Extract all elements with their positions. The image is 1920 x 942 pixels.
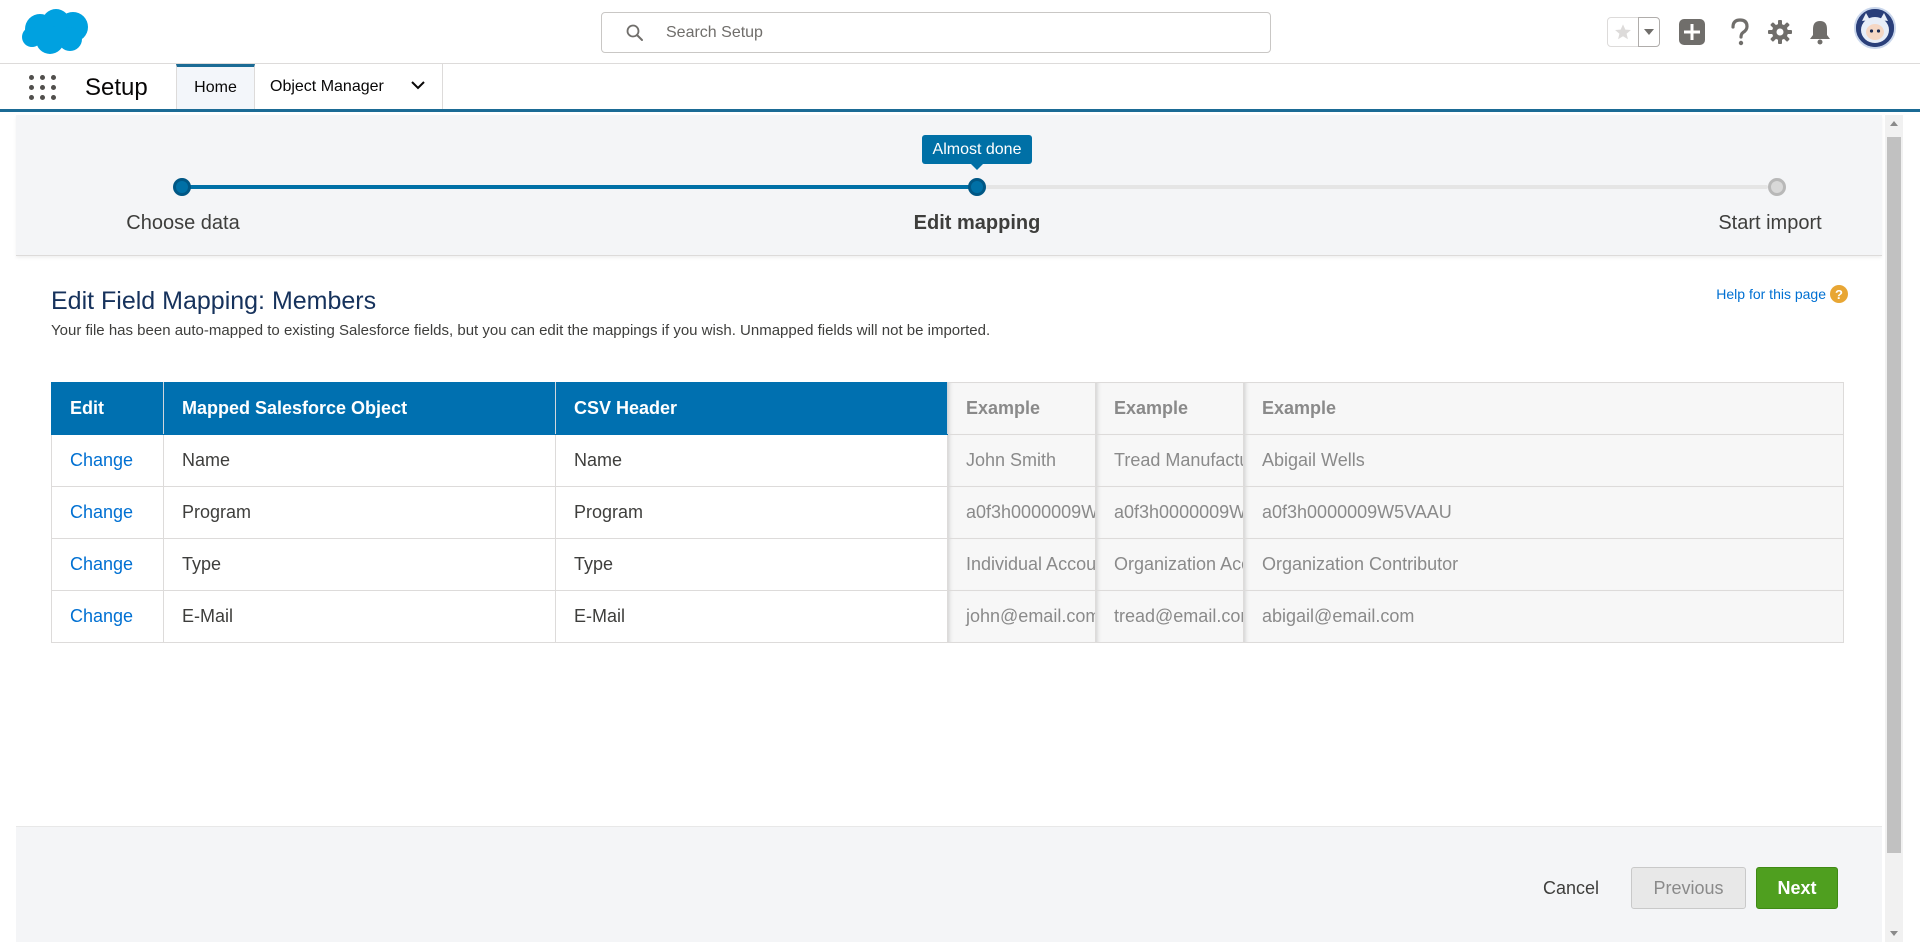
mapped-object-cell: Name	[163, 434, 556, 487]
progress-tooltip: Almost done	[922, 135, 1032, 170]
gear-icon	[1768, 20, 1792, 44]
step-label-choose-data: Choose data	[126, 212, 240, 234]
edit-cell: Change	[51, 486, 164, 539]
example-cell: Organization Account	[1095, 538, 1244, 591]
tab-object-manager[interactable]: Object Manager	[255, 64, 443, 109]
example-cell: Individual Account	[947, 538, 1096, 591]
step-dot-edit-mapping[interactable]	[968, 178, 986, 196]
change-link[interactable]: Change	[70, 606, 133, 626]
column-header-example: Example	[1243, 382, 1844, 435]
example-cell: a0f3h0000009W5VAAU	[1243, 486, 1844, 539]
progress-indicator: Almost done Choose data Edit mapping Sta…	[16, 115, 1882, 256]
plus-icon	[1679, 19, 1705, 45]
example-cell: John Smith	[947, 434, 1096, 487]
example-cell: abigail@email.com	[1243, 590, 1844, 643]
chevron-down-icon	[1644, 29, 1654, 35]
example-cell: tread@email.com	[1095, 590, 1244, 643]
tab-home[interactable]: Home	[176, 64, 255, 109]
table-row: Change E-Mail E-Mail john@email.com trea…	[51, 590, 1844, 643]
change-link[interactable]: Change	[70, 450, 133, 470]
example-cell: Tread Manufacturing	[1095, 434, 1244, 487]
next-button[interactable]: Next	[1756, 867, 1838, 909]
page-title: Edit Field Mapping: Members	[51, 287, 377, 315]
example-cell: a0f3h0000009W5VAAU	[1095, 486, 1244, 539]
edit-cell: Change	[51, 538, 164, 591]
search-input[interactable]	[666, 13, 1256, 52]
edit-cell: Change	[51, 590, 164, 643]
csv-header-cell: Type	[555, 538, 948, 591]
change-link[interactable]: Change	[70, 502, 133, 522]
table-header-row: Edit Mapped Salesforce Object CSV Header…	[51, 382, 1844, 435]
table-row: Change Type Type Individual Account Orga…	[51, 538, 1844, 591]
help-link[interactable]: Help for this page ?	[1716, 285, 1848, 303]
step-dot-start-import	[1768, 178, 1786, 196]
salesforce-cloud-icon[interactable]	[20, 7, 92, 57]
app-name: Setup	[85, 74, 148, 101]
scroll-down-arrow-icon[interactable]	[1890, 931, 1898, 936]
favorites-list-button[interactable]	[1638, 17, 1660, 47]
vertical-scrollbar[interactable]	[1885, 115, 1903, 942]
csv-header-cell: Name	[555, 434, 948, 487]
search-icon	[626, 24, 643, 41]
chevron-down-icon[interactable]	[411, 80, 425, 90]
example-cell: Abigail Wells	[1243, 434, 1844, 487]
step-label-start-import: Start import	[1718, 212, 1822, 234]
global-actions-button[interactable]	[1676, 16, 1708, 48]
example-cell: a0f3h0000009W5VAAU	[947, 486, 1096, 539]
column-header-csv-header: CSV Header	[555, 382, 948, 435]
example-cell: Organization Contributor	[1243, 538, 1844, 591]
cancel-button[interactable]: Cancel	[1533, 867, 1609, 909]
favorites-button[interactable]	[1607, 17, 1639, 47]
mapped-object-cell: Type	[163, 538, 556, 591]
table-row: Change Program Program a0f3h0000009W5VAA…	[51, 486, 1844, 539]
import-wizard: Almost done Choose data Edit mapping Sta…	[16, 115, 1882, 942]
search-box[interactable]	[601, 12, 1271, 53]
scroll-up-arrow-icon[interactable]	[1890, 121, 1898, 126]
column-header-mapped-object: Mapped Salesforce Object	[163, 382, 556, 435]
wizard-footer: Cancel Previous Next	[16, 826, 1882, 942]
notifications-button[interactable]	[1804, 16, 1836, 48]
column-header-example: Example	[947, 382, 1096, 435]
avatar[interactable]	[1854, 7, 1896, 49]
progress-track-fill	[182, 185, 975, 189]
change-link[interactable]: Change	[70, 554, 133, 574]
bell-icon	[1810, 21, 1830, 45]
help-link-label: Help for this page	[1716, 286, 1826, 302]
star-icon	[1615, 24, 1631, 40]
question-icon	[1731, 18, 1749, 46]
column-header-edit: Edit	[51, 382, 164, 435]
mapped-object-cell: Program	[163, 486, 556, 539]
page-description: Your file has been auto-mapped to existi…	[51, 322, 991, 339]
tab-object-manager-label: Object Manager	[270, 77, 384, 95]
mapped-object-cell: E-Mail	[163, 590, 556, 643]
csv-header-cell: E-Mail	[555, 590, 948, 643]
previous-button[interactable]: Previous	[1631, 867, 1746, 909]
table-row: Change Name Name John Smith Tread Manufa…	[51, 434, 1844, 487]
example-cell: john@email.com	[947, 590, 1096, 643]
edit-cell: Change	[51, 434, 164, 487]
column-header-example: Example	[1095, 382, 1244, 435]
help-icon: ?	[1830, 285, 1848, 303]
favorites-group	[1607, 17, 1660, 47]
context-bar: Setup Home Object Manager	[0, 64, 1920, 112]
csv-header-cell: Program	[555, 486, 948, 539]
tab-home-label: Home	[194, 79, 237, 96]
field-mapping-table: Edit Mapped Salesforce Object CSV Header…	[51, 382, 1844, 643]
global-header	[0, 0, 1920, 64]
step-dot-choose-data[interactable]	[173, 178, 191, 196]
user-avatar-icon	[1856, 9, 1894, 47]
app-launcher-icon[interactable]	[28, 72, 58, 102]
help-button[interactable]	[1724, 16, 1756, 48]
setup-button[interactable]	[1764, 16, 1796, 48]
step-label-edit-mapping: Edit mapping	[913, 212, 1041, 234]
scrollbar-thumb[interactable]	[1887, 137, 1901, 853]
